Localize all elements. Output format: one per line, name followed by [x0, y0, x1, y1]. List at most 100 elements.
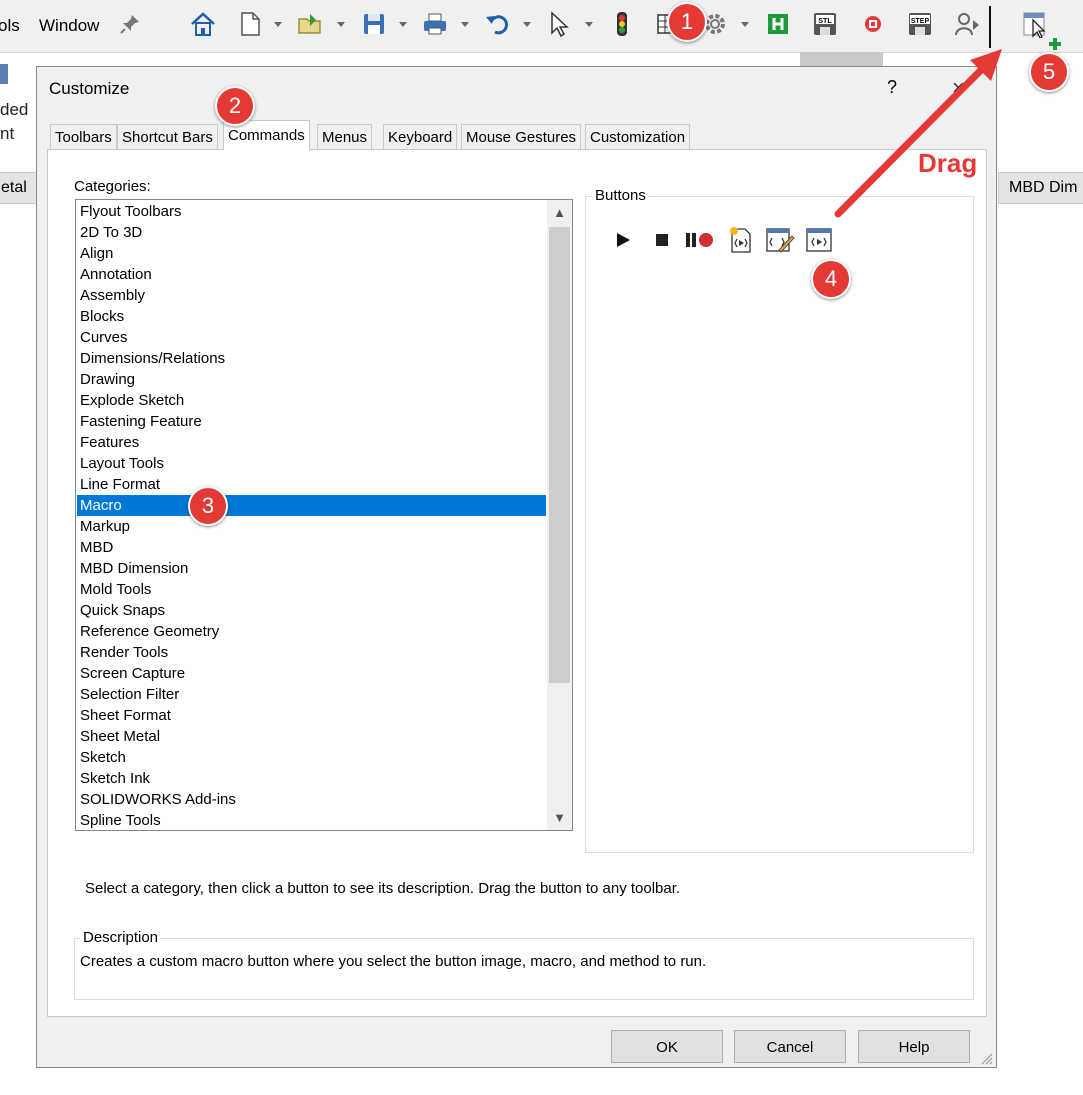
step-badge-5: 5 — [1029, 52, 1069, 92]
help-button[interactable]: Help — [858, 1030, 970, 1063]
list-item[interactable]: MBD Dimension — [77, 558, 546, 579]
traffic-light-icon[interactable] — [608, 10, 636, 38]
categories-label: Categories: — [74, 178, 151, 195]
stop-record-icon[interactable] — [859, 10, 887, 38]
select-arrow-icon[interactable] — [545, 10, 573, 38]
cancel-button[interactable]: Cancel — [734, 1030, 846, 1063]
undo-icon[interactable] — [483, 10, 511, 38]
edit-macro-icon[interactable] — [765, 225, 795, 255]
scroll-up-icon[interactable]: ▲ — [547, 200, 572, 225]
categories-list[interactable]: Flyout Toolbars 2D To 3D Align Annotatio… — [75, 199, 573, 831]
step-badge-1: 1 — [667, 2, 707, 42]
list-item[interactable]: Fastening Feature — [77, 411, 546, 432]
save-icon[interactable] — [360, 10, 388, 38]
list-item[interactable]: Annotation — [77, 264, 546, 285]
list-item[interactable]: Layout Tools — [77, 453, 546, 474]
list-item[interactable]: Quick Snaps — [77, 600, 546, 621]
list-item[interactable]: Features — [77, 432, 546, 453]
list-item[interactable]: Selection Filter — [77, 684, 546, 705]
play-macro-icon[interactable] — [608, 225, 638, 255]
step-badge-4: 4 — [811, 259, 851, 299]
tab-menus[interactable]: Menus — [317, 124, 373, 149]
insertion-marker — [989, 6, 991, 48]
help-icon[interactable]: ? — [887, 77, 897, 98]
scroll-thumb[interactable] — [549, 227, 570, 683]
drag-label: Drag — [918, 148, 978, 178]
new-macro-button-icon[interactable] — [804, 225, 834, 255]
open-folder-icon[interactable] — [296, 10, 324, 38]
background-tab[interactable]: MBD Dim — [998, 172, 1083, 204]
green-app-icon[interactable] — [764, 10, 792, 38]
home-icon[interactable] — [189, 10, 217, 38]
tab-shortcut-bars[interactable]: Shortcut Bars — [117, 124, 218, 149]
categories-scrollbar[interactable]: ▲ ▼ — [547, 200, 572, 830]
ok-button[interactable]: OK — [611, 1030, 723, 1063]
list-item[interactable]: Dimensions/Relations — [77, 348, 546, 369]
chevron-down-icon[interactable] — [741, 22, 749, 27]
background-tab-label: MBD Dim — [1009, 179, 1078, 196]
tab-keyboard[interactable]: Keyboard — [383, 124, 458, 149]
list-item[interactable]: Explode Sketch — [77, 390, 546, 411]
new-document-icon[interactable] — [236, 10, 264, 38]
menu-window[interactable]: Window — [39, 16, 99, 36]
resize-grip-icon[interactable] — [977, 1049, 993, 1065]
list-item[interactable]: Flyout Toolbars — [77, 201, 546, 222]
list-item[interactable]: Line Format — [77, 474, 546, 495]
list-item[interactable]: Curves — [77, 327, 546, 348]
list-item[interactable]: Mold Tools — [77, 579, 546, 600]
background-tab-label: etal — [1, 179, 27, 196]
background-label: nt — [0, 124, 15, 143]
list-item[interactable]: Screen Capture — [77, 663, 546, 684]
background-label: ded — [0, 100, 29, 119]
chevron-down-icon[interactable] — [523, 22, 531, 27]
list-item[interactable]: Blocks — [77, 306, 546, 327]
list-item-selected[interactable]: Macro — [77, 495, 546, 516]
tab-mouse-gestures[interactable]: Mouse Gestures — [461, 124, 582, 149]
list-item[interactable]: Reference Geometry — [77, 621, 546, 642]
list-item[interactable]: Sheet Format — [77, 705, 546, 726]
list-item[interactable]: SOLIDWORKS Add-ins — [77, 789, 546, 810]
background-icon — [0, 60, 10, 92]
buttons-label: Buttons — [592, 187, 649, 204]
svg-text:STL: STL — [818, 18, 832, 25]
print-icon[interactable] — [421, 10, 449, 38]
list-item[interactable]: Render Tools — [77, 642, 546, 663]
description-label: Description — [80, 929, 162, 946]
chevron-down-icon[interactable] — [274, 22, 282, 27]
plus-icon — [1048, 37, 1062, 51]
pin-icon[interactable] — [116, 10, 144, 38]
chevron-down-icon[interactable] — [337, 22, 345, 27]
chevron-down-icon[interactable] — [399, 22, 407, 27]
list-item[interactable]: Drawing — [77, 369, 546, 390]
description-text: Creates a custom macro button where you … — [80, 953, 707, 970]
description-group: Description Creates a custom macro butto… — [74, 929, 974, 1000]
tab-customization[interactable]: Customization — [585, 124, 691, 149]
stop-macro-icon[interactable] — [647, 225, 677, 255]
user-forward-icon[interactable] — [953, 10, 981, 38]
list-item[interactable]: Markup — [77, 516, 546, 537]
list-item[interactable]: MBD — [77, 537, 546, 558]
background-tab[interactable]: etal — [0, 172, 40, 204]
list-item[interactable]: 2D To 3D — [77, 222, 546, 243]
tab-toolbars[interactable]: Toolbars — [50, 124, 117, 149]
stl-save-icon[interactable]: STL — [811, 10, 839, 38]
pause-record-icon[interactable] — [685, 225, 715, 255]
step-badge-2: 2 — [215, 86, 255, 126]
list-item[interactable]: Sketch — [77, 747, 546, 768]
list-item[interactable]: Sheet Metal — [77, 726, 546, 747]
scroll-down-icon[interactable]: ▼ — [547, 805, 572, 830]
background-strip — [800, 52, 883, 66]
list-item[interactable]: Align — [77, 243, 546, 264]
new-macro-button-icon[interactable] — [1020, 10, 1048, 38]
new-macro-icon[interactable] — [726, 225, 756, 255]
chevron-down-icon[interactable] — [461, 22, 469, 27]
close-icon[interactable]: × — [952, 75, 965, 101]
step-save-icon[interactable]: STEP — [906, 10, 934, 38]
menu-tools[interactable]: ols — [0, 16, 20, 36]
step-badge-3: 3 — [188, 486, 228, 526]
hint-text: Select a category, then click a button t… — [85, 880, 681, 897]
list-item[interactable]: Spline Tools — [77, 810, 546, 830]
list-item[interactable]: Sketch Ink — [77, 768, 546, 789]
chevron-down-icon[interactable] — [585, 22, 593, 27]
list-item[interactable]: Assembly — [77, 285, 546, 306]
